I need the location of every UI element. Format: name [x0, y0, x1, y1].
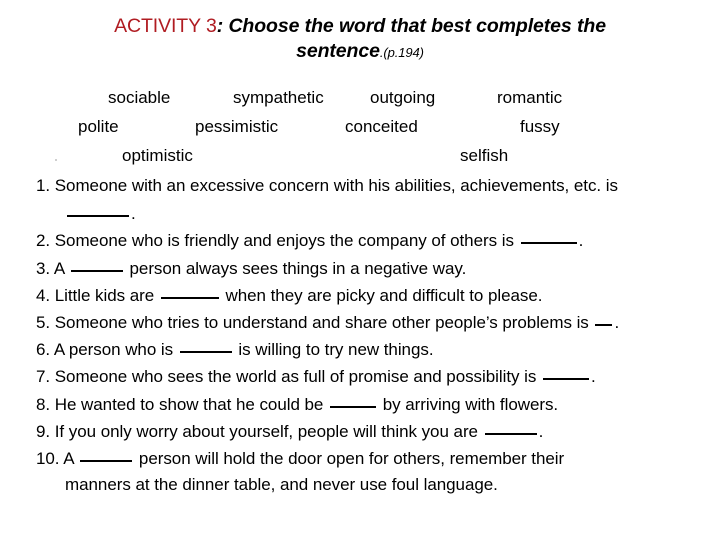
question-line: 7. Someone who sees the world as full of… [36, 366, 700, 393]
question-text: Someone who sees the world as full of pr… [50, 367, 541, 387]
page-reference: (p.194) [383, 44, 424, 60]
word-bank-item: sociable [108, 88, 171, 107]
activity-label: ACTIVITY 3 [114, 15, 217, 37]
question-text: person will hold the door open for other… [134, 448, 565, 468]
question-number: 4. [36, 285, 51, 305]
question-text: is willing to try new things. [233, 340, 434, 360]
question-number: 2. [36, 231, 51, 251]
question-line: 5. Someone who tries to understand and s… [36, 312, 700, 339]
word-bank: sociable sympathetic outgoing romantic polit… [0, 88, 720, 175]
answer-blank[interactable] [595, 312, 613, 326]
question-text: person always sees things in a negative … [124, 258, 467, 278]
answer-blank[interactable] [80, 448, 133, 462]
question-text: A person who is [50, 340, 178, 360]
question-line: 6. A person who is is willing to try new… [36, 339, 700, 366]
question-line: 2. Someone who is friendly and enjoys th… [36, 230, 700, 257]
answer-blank[interactable] [330, 394, 377, 408]
question-line: 4. Little kids are when they are picky a… [36, 285, 700, 312]
question-text: when they are picky and difficult to ple… [220, 285, 543, 305]
answer-blank[interactable] [160, 285, 219, 299]
question-number: 5. [36, 312, 51, 332]
question-line: 3. A person always sees things in a nega… [36, 258, 700, 285]
title-line-2: sentence.(p.194) [50, 39, 670, 64]
worksheet-slide: ACTIVITY 3: Choose the word that best co… [0, 0, 720, 540]
word-bank-item: romantic [497, 88, 563, 107]
question-line: 1. Someone with an excessive concern wit… [36, 176, 700, 203]
stray-mark [55, 159, 57, 161]
answer-blank[interactable] [484, 421, 537, 435]
question-text: A [59, 448, 79, 468]
question-text: Little kids are [50, 285, 159, 305]
question-text: . [131, 204, 136, 224]
question-line: 9. If you only worry about yourself, peo… [36, 421, 700, 448]
answer-blank[interactable] [70, 258, 123, 272]
question-number: 10. [36, 448, 60, 468]
question-text: He wanted to show that he could be [50, 394, 329, 414]
question-text: . [538, 421, 544, 441]
activity-title: ACTIVITY 3: Choose the word that best co… [50, 14, 670, 63]
word-bank-item: sympathetic [233, 88, 324, 107]
question-text: . [614, 312, 620, 332]
question-number: 8. [36, 394, 51, 414]
word-bank-item: selfish [460, 146, 509, 165]
question-text: . [590, 367, 596, 387]
word-bank-item: conceited [345, 117, 418, 136]
answer-blank[interactable] [542, 366, 589, 381]
word-bank-row: polite pessimistic conceited fussy [0, 117, 720, 146]
word-bank-item: outgoing [370, 88, 436, 107]
answer-blank[interactable] [520, 230, 577, 245]
question-text: Someone with an excessive concern with h… [50, 176, 618, 195]
question-text: . [578, 231, 584, 251]
answer-blank[interactable] [179, 339, 232, 354]
question-text: Someone who tries to understand and shar… [50, 312, 594, 332]
question-list: 1. Someone with an excessive concern wit… [36, 176, 700, 502]
title-line-1: ACTIVITY 3: Choose the word that best co… [50, 14, 670, 39]
word-bank-item: pessimistic [195, 117, 279, 136]
question-number: 1. [36, 176, 51, 195]
question-line: 10. A person will hold the door open for… [36, 448, 700, 475]
word-bank-item: polite [78, 117, 119, 136]
question-text: Someone who is friendly and enjoys the c… [50, 231, 519, 251]
word-bank-item: optimistic [122, 146, 193, 165]
title-instruction-line-1: Choose the word that best completes the [228, 15, 606, 37]
question-text: by arriving with flowers. [378, 394, 559, 414]
question-line: manners at the dinner table, and never u… [36, 475, 700, 502]
question-number: 3. [36, 258, 51, 278]
word-bank-row: sociable sympathetic outgoing romantic [0, 88, 720, 117]
word-bank-row: optimistic selfish [0, 146, 720, 175]
word-bank-item: fussy [520, 117, 560, 136]
title-separator: : [216, 15, 229, 37]
question-line: . [36, 203, 700, 230]
question-number: 7. [36, 367, 51, 387]
answer-blank[interactable] [67, 203, 129, 218]
question-line: 8. He wanted to show that he could be by… [36, 394, 700, 421]
question-number: 9. [36, 421, 51, 441]
title-instruction-line-2: sentence [296, 39, 380, 62]
question-number: 6. [36, 340, 51, 360]
question-text: If you only worry about yourself, people… [50, 421, 483, 441]
question-text: A [50, 258, 69, 278]
question-text: manners at the dinner table, and never u… [65, 475, 498, 495]
